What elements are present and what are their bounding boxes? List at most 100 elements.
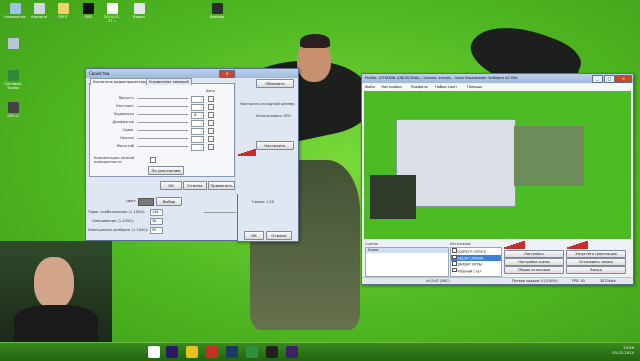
source-label: Logitech camera	[457, 249, 486, 254]
photoshop-icon[interactable]	[226, 346, 238, 358]
obs-button[interactable]: Настройки	[504, 250, 564, 258]
desktop-icon-label: Корзина	[31, 15, 47, 19]
configure-button[interactable]: Настроить	[256, 141, 294, 150]
preview-character	[514, 126, 584, 186]
desktop-icon[interactable]: Camtasia Studio	[2, 70, 24, 90]
property-value[interactable]: -6	[191, 112, 204, 119]
scenes-list[interactable]: Scene	[365, 247, 449, 277]
property-value[interactable]	[191, 104, 204, 111]
device-cancel-button[interactable]: Отмена	[266, 231, 292, 240]
spill-field[interactable]: 50	[150, 227, 163, 234]
desktop-icon[interactable]	[2, 38, 24, 50]
auto-checkbox[interactable]	[208, 96, 214, 102]
source-checkbox[interactable]	[452, 254, 457, 259]
property-value[interactable]	[191, 96, 204, 103]
auto-checkbox[interactable]	[208, 144, 214, 150]
cancel-button[interactable]: Отмена	[183, 181, 207, 190]
menu-item[interactable]: Набор сцен	[435, 84, 457, 90]
obs-button[interactable]: Запустить трансляцию	[566, 250, 626, 258]
obs-button[interactable]: Общие источники	[504, 266, 564, 274]
desktop-icon[interactable]: GPU-Z	[2, 102, 24, 118]
default-button[interactable]: По умолчанию	[148, 166, 184, 175]
property-slider[interactable]	[138, 122, 188, 123]
maximize-icon[interactable]: □	[604, 75, 615, 83]
apply-button[interactable]: Применить	[208, 181, 235, 190]
ok-button[interactable]: ОК	[160, 181, 182, 190]
compensation-label: Компенсация низкой освещенности	[94, 156, 134, 164]
source-item[interactable]: Рабочий стол	[451, 267, 501, 275]
property-slider[interactable]	[138, 98, 188, 99]
compensation-checkbox[interactable]	[150, 157, 156, 163]
menu-item[interactable]: Профиль	[411, 84, 428, 90]
property-slider[interactable]	[138, 114, 188, 115]
desktop-icon[interactable]: Компьютер	[4, 3, 26, 19]
camtasia-icon[interactable]	[246, 346, 258, 358]
flash-icon[interactable]	[206, 346, 218, 358]
threshold-field[interactable]: 136	[150, 209, 163, 216]
refresh-button[interactable]: Обновить	[256, 79, 294, 88]
status-dropped: Потери кадров: 0 (0.00%)	[512, 279, 558, 283]
source-label: ЗАХВАТ ИГРЫ	[457, 262, 482, 267]
desktop-icon[interactable]: Корзина	[28, 3, 50, 19]
windows-logo-icon[interactable]	[148, 346, 160, 358]
blend-field[interactable]: 36	[150, 218, 163, 225]
device-ok-button[interactable]: ОК	[244, 231, 264, 240]
desktop-icon[interactable]: ПРОГ	[52, 3, 74, 19]
color-swatch[interactable]	[138, 198, 154, 206]
minimize-icon[interactable]: _	[592, 75, 603, 83]
desktop-icon[interactable]: 2014-01-27...	[101, 3, 123, 23]
auto-checkbox[interactable]	[208, 120, 214, 126]
obs-button[interactable]: Настройки сцены	[504, 258, 564, 266]
webcam-shoulders	[14, 305, 98, 342]
menu-item[interactable]: Помощь	[467, 84, 482, 90]
obs-button[interactable]: Выход	[566, 266, 626, 274]
menu-item[interactable]: Файл	[365, 84, 375, 90]
ae-icon[interactable]	[286, 346, 298, 358]
video-file-icon	[133, 3, 145, 14]
auto-checkbox[interactable]	[208, 136, 214, 142]
desktop-icon[interactable]: OBS	[77, 3, 99, 19]
computer-icon	[9, 3, 21, 14]
obs-button[interactable]: Остановить запись	[566, 258, 626, 266]
close-icon[interactable]: ✕	[219, 70, 235, 78]
obs-icon[interactable]	[266, 346, 278, 358]
property-label: Контраст	[116, 104, 134, 108]
status-fps: FPS: 30	[572, 279, 585, 283]
auto-checkbox[interactable]	[208, 128, 214, 134]
property-value[interactable]	[191, 136, 204, 143]
property-value[interactable]	[191, 128, 204, 135]
desktop-icon[interactable]: Видео	[128, 3, 150, 19]
property-value[interactable]	[191, 144, 204, 151]
source-checkbox[interactable]	[452, 267, 457, 272]
taskbar-clock[interactable]: 15:59 03.02.2014	[612, 345, 634, 355]
desktop-icon[interactable]: Desktop	[206, 3, 228, 19]
premiere-icon[interactable]	[166, 346, 178, 358]
folder-icon	[57, 3, 69, 14]
property-slider[interactable]	[138, 138, 188, 139]
property-value[interactable]	[191, 120, 204, 127]
auto-checkbox[interactable]	[208, 112, 214, 118]
sources-list[interactable]: Logitech camera КАША CAMERA ЗАХВАТ ИГРЫ Раб…	[450, 247, 502, 277]
tab-camera-control[interactable]: Управление камерой	[146, 78, 192, 85]
tab-video-proc-amp[interactable]: Усилитель видеопроцессора	[90, 78, 151, 85]
property-slider[interactable]	[138, 146, 188, 147]
obs-close-icon[interactable]: ✕	[615, 75, 632, 83]
chroma-key-panel: Цвет: Выбор Порог срабатывания (1-1000):…	[85, 194, 238, 241]
device-dialog: Обновить Настроить исходный размер Испол…	[236, 68, 299, 242]
property-slider[interactable]	[138, 130, 188, 131]
property-label: Сдвиг	[122, 128, 134, 132]
scene-item[interactable]: Scene	[366, 248, 448, 253]
source-checkbox[interactable]	[452, 261, 457, 266]
properties-dialog-title: Свойства	[89, 71, 110, 76]
choose-color-button[interactable]: Выбор	[156, 197, 182, 206]
gamma-slider[interactable]	[204, 212, 236, 213]
chrome-icon[interactable]	[186, 346, 198, 358]
desktop-icon-label: GPU-Z	[7, 114, 19, 118]
obs-preview[interactable]	[364, 91, 631, 239]
desktop-icon-label: Camtasia Studio	[4, 82, 22, 90]
property-slider[interactable]	[138, 106, 188, 107]
source-checkbox[interactable]	[452, 248, 457, 253]
menu-item[interactable]: Настройки	[381, 84, 401, 90]
auto-checkbox[interactable]	[208, 104, 214, 110]
use-gpu-label: Использовать GPU	[256, 114, 291, 118]
